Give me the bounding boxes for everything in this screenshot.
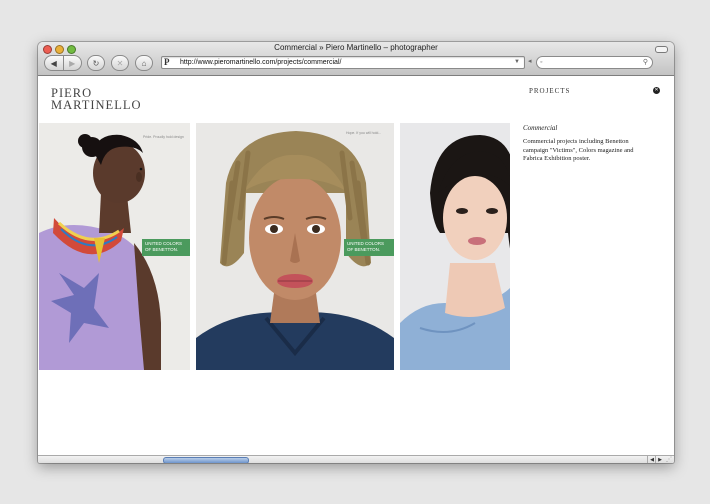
- site-logo[interactable]: PIERO MARTINELLO: [51, 87, 142, 112]
- gallery-photo-2[interactable]: Hope. If you will hold... UNITED COLORS …: [196, 123, 394, 370]
- search-engine-icon[interactable]: ◦: [540, 57, 542, 68]
- home-button[interactable]: ⌂: [135, 55, 153, 71]
- ad-tagline: Pride. Proudly hold design: [143, 135, 184, 139]
- forward-icon: ▶: [69, 58, 76, 68]
- url-dropdown-icon[interactable]: ▼: [514, 57, 520, 68]
- url-text[interactable]: http://www.pieromartinello.com/projects/…: [180, 57, 341, 68]
- browser-window: Commercial » Piero Martinello – photogra…: [38, 42, 674, 463]
- horizontal-scrollbar[interactable]: ◀ ▶ ⋰: [38, 455, 674, 463]
- toolbar-toggle-button[interactable]: [655, 46, 668, 53]
- back-icon: ◀: [50, 58, 57, 68]
- gallery-photo-1[interactable]: Pride. Proudly hold design UNITED COLORS…: [39, 123, 190, 370]
- project-description: Commercial projects including Benetton c…: [523, 138, 634, 162]
- stop-icon: ✕: [116, 58, 124, 68]
- web-page: PIERO MARTINELLO PROJECTS ✕ Pride. Proud…: [38, 76, 674, 455]
- back-forward-group: ◀ ▶: [44, 55, 82, 71]
- window-title: Commercial » Piero Martinello – photogra…: [274, 43, 438, 52]
- scroll-right-arrow-icon[interactable]: ▶: [655, 456, 664, 463]
- benetton-badge: UNITED COLORS OF BENETTON.: [344, 239, 394, 256]
- nav-projects-link[interactable]: PROJECTS: [529, 87, 570, 95]
- site-favicon-icon: P: [164, 57, 170, 67]
- gallery-photo-3[interactable]: [400, 123, 510, 370]
- portrait-woman-bob: [400, 123, 510, 370]
- reload-icon: ↻: [92, 58, 100, 68]
- stop-button[interactable]: ✕: [111, 55, 129, 71]
- resize-grip-icon[interactable]: ⋰: [664, 456, 674, 463]
- search-engine-selector-icon[interactable]: ◂: [528, 56, 532, 67]
- close-icon[interactable]: ✕: [653, 87, 660, 94]
- magnifier-icon[interactable]: ⚲: [643, 57, 648, 68]
- scrollbar-thumb[interactable]: [163, 457, 249, 463]
- home-icon: ⌂: [141, 58, 147, 68]
- ad-tagline: Hope. If you will hold...: [346, 131, 382, 135]
- address-bar[interactable]: P http://www.pieromartinello.com/project…: [161, 56, 525, 69]
- search-input[interactable]: ◦ ⚲: [536, 56, 653, 69]
- logo-line2: MARTINELLO: [51, 98, 142, 112]
- forward-button[interactable]: ▶: [64, 56, 82, 70]
- project-title: Commercial: [523, 124, 558, 132]
- benetton-badge: UNITED COLORS OF BENETTON.: [142, 239, 190, 256]
- back-button[interactable]: ◀: [45, 56, 64, 70]
- browser-toolbar: Commercial » Piero Martinello – photogra…: [38, 42, 674, 76]
- reload-button[interactable]: ↻: [87, 55, 105, 71]
